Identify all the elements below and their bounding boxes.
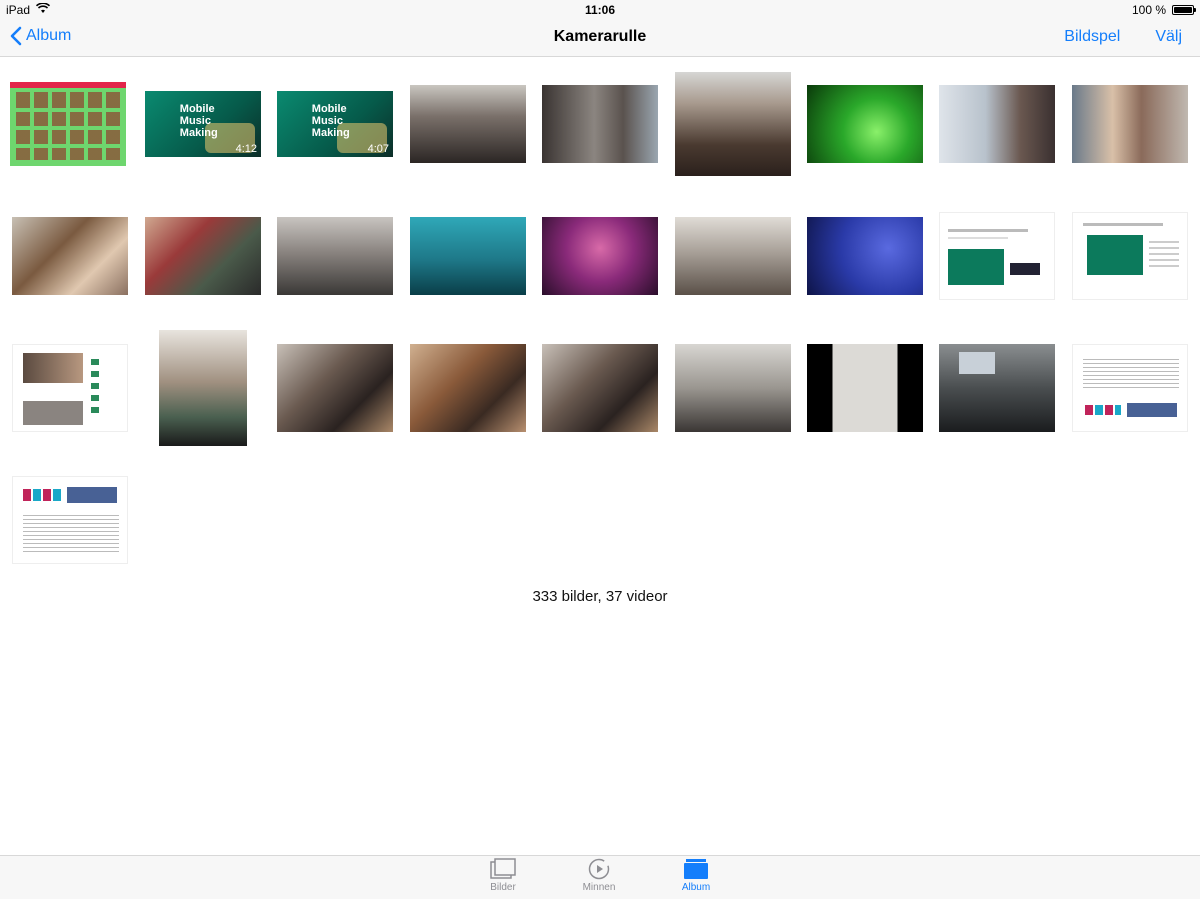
video-image: Mobile Music Making 4:12 <box>145 91 261 157</box>
photo-image <box>410 217 526 295</box>
video-thumbnail[interactable]: Mobile Music Making 4:12 <box>137 58 269 190</box>
back-button[interactable]: Album <box>10 26 71 46</box>
photo-thumbnail[interactable] <box>4 190 136 322</box>
screenshot-image <box>939 212 1055 300</box>
photo-thumbnail[interactable] <box>667 322 799 454</box>
photo-thumbnail[interactable] <box>2 58 134 190</box>
chevron-left-icon <box>10 26 22 46</box>
photo-thumbnail[interactable] <box>402 322 534 454</box>
photo-thumbnail[interactable] <box>799 322 931 454</box>
library-count: 333 bilder, 37 videor <box>532 588 668 605</box>
screenshot-thumbnail[interactable] <box>1064 190 1196 322</box>
screenshot-thumbnail[interactable] <box>4 454 136 586</box>
photo-image <box>675 72 791 176</box>
photo-image <box>675 344 791 432</box>
photo-thumbnail[interactable] <box>402 58 534 190</box>
photo-thumbnail[interactable] <box>667 190 799 322</box>
tab-memories[interactable]: Minnen <box>559 858 639 893</box>
photo-image <box>939 344 1055 432</box>
screenshot-thumbnail[interactable] <box>4 322 136 454</box>
screenshot-image <box>1072 344 1188 432</box>
tab-bar: Bilder Minnen Album <box>0 855 1200 899</box>
photo-image <box>542 217 658 295</box>
photo-image <box>277 217 393 295</box>
photo-image <box>159 330 247 446</box>
video-title-overlay: Mobile Music Making <box>179 102 218 139</box>
screenshot-thumbnail[interactable] <box>1064 322 1196 454</box>
photo-thumbnail[interactable] <box>269 322 401 454</box>
tab-memories-label: Minnen <box>582 882 616 893</box>
tab-photos[interactable]: Bilder <box>463 858 543 893</box>
status-right: 100 % <box>1131 3 1196 17</box>
tab-album[interactable]: Album <box>656 858 736 893</box>
back-button-label: Album <box>26 27 72 44</box>
photo-image <box>807 85 923 163</box>
nav-actions: Bildspel Välj <box>1064 28 1182 46</box>
photo-image <box>410 85 526 163</box>
screenshot-image <box>1072 212 1188 300</box>
select-button[interactable]: Välj <box>1155 28 1182 46</box>
photo-thumbnail[interactable] <box>667 58 799 190</box>
slideshow-button[interactable]: Bildspel <box>1064 28 1120 46</box>
photo-thumbnail[interactable] <box>931 58 1063 190</box>
screenshot-thumbnail[interactable] <box>931 190 1063 322</box>
tab-album-label: Album <box>681 882 711 893</box>
screenshot-image <box>12 476 128 564</box>
photo-image <box>1072 85 1188 163</box>
memories-icon <box>588 858 610 880</box>
photo-image <box>542 344 658 432</box>
video-title-overlay: Mobile Music Making <box>311 102 350 139</box>
photo-thumbnail[interactable] <box>931 322 1063 454</box>
photo-thumbnail[interactable] <box>534 190 666 322</box>
photo-image <box>939 85 1055 163</box>
page-title: Kamerarulle <box>553 28 647 45</box>
photo-image <box>807 217 923 295</box>
photo-image <box>542 85 658 163</box>
status-time: 11:06 <box>584 3 616 17</box>
photo-image <box>10 82 126 166</box>
photo-image <box>12 217 128 295</box>
status-bar: iPad 11:06 100 % <box>0 0 1200 20</box>
photo-thumbnail[interactable] <box>137 190 269 322</box>
battery-percent: 100 % <box>1131 3 1166 17</box>
photo-thumbnail[interactable] <box>1064 58 1196 190</box>
screenshot-image <box>12 344 128 432</box>
video-duration: 4:07 <box>367 143 389 155</box>
photo-thumbnail[interactable] <box>269 190 401 322</box>
photo-thumbnail[interactable] <box>534 322 666 454</box>
photo-thumbnail[interactable] <box>137 322 269 454</box>
photo-image <box>410 344 526 432</box>
photo-thumbnail[interactable] <box>402 190 534 322</box>
navigation-bar: Album Kamerarulle Bildspel Välj <box>0 20 1200 57</box>
photo-image <box>675 217 791 295</box>
photos-icon <box>490 858 516 879</box>
battery-icon <box>1172 5 1196 15</box>
video-thumbnail[interactable]: Mobile Music Making 4:07 <box>269 58 401 190</box>
photo-image <box>807 344 923 432</box>
photo-thumbnail[interactable] <box>534 58 666 190</box>
photo-thumbnail[interactable] <box>799 58 931 190</box>
album-icon <box>684 859 708 879</box>
photo-thumbnail[interactable] <box>799 190 931 322</box>
tab-photos-label: Bilder <box>490 882 516 893</box>
video-image: Mobile Music Making 4:07 <box>277 91 393 157</box>
photo-image <box>277 344 393 432</box>
photo-image <box>145 217 261 295</box>
video-duration: 4:12 <box>235 143 257 155</box>
